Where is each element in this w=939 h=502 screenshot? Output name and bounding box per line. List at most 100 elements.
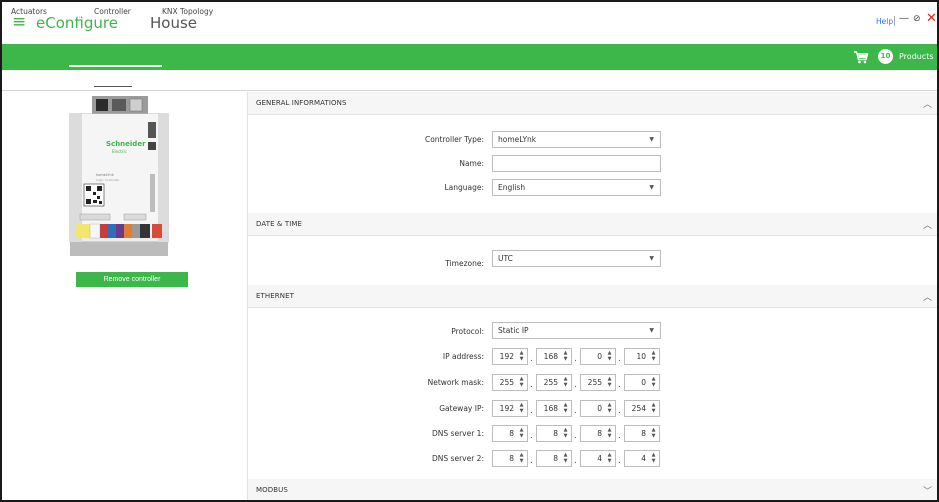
svg-text:homeLYnk: homeLYnk bbox=[96, 173, 115, 177]
tab-controller[interactable]: Controller bbox=[94, 7, 131, 16]
ip-address-label: IP address: bbox=[442, 352, 484, 361]
close-icon[interactable]: ✕ bbox=[926, 11, 937, 26]
ip-dot: . bbox=[618, 380, 621, 390]
spinner-icon[interactable]: ▲ ▼ bbox=[650, 376, 657, 390]
spinner-icon[interactable]: ▲ ▼ bbox=[562, 376, 569, 390]
dns2-octet-3-value: 4 bbox=[597, 454, 602, 463]
products-count-badge[interactable]: 10 bbox=[878, 49, 893, 64]
name-input[interactable] bbox=[492, 155, 661, 172]
remove-controller-button[interactable]: Remove controller bbox=[76, 272, 188, 287]
protocol-select[interactable]: Static IP ▼ bbox=[492, 322, 661, 339]
dns1-label: DNS server 1: bbox=[432, 429, 484, 438]
spinner-icon[interactable]: ▲ ▼ bbox=[518, 427, 525, 441]
chevron-down-icon[interactable]: ﹀ bbox=[923, 484, 932, 497]
language-label: Language: bbox=[444, 183, 484, 192]
dns2-octet-3[interactable]: 4 ▲ ▼ bbox=[580, 450, 616, 467]
ip-octet-2-value: 168 bbox=[543, 352, 558, 361]
gateway-label: Gateway IP: bbox=[439, 404, 484, 413]
spinner-icon[interactable]: ▲ ▼ bbox=[562, 452, 569, 466]
spinner-icon[interactable]: ▲ ▼ bbox=[518, 376, 525, 390]
tab-active-indicator bbox=[94, 86, 132, 87]
title-separator bbox=[894, 16, 895, 26]
spinner-icon[interactable]: ▲ ▼ bbox=[562, 427, 569, 441]
ip-octet-3[interactable]: 0 ▲ ▼ bbox=[580, 348, 616, 365]
language-select[interactable]: English ▼ bbox=[492, 179, 661, 196]
gateway-octet-2-value: 168 bbox=[543, 404, 558, 413]
ip-octet-1-value: 192 bbox=[499, 352, 514, 361]
dns1-octet-3-value: 8 bbox=[597, 429, 602, 438]
chevron-down-icon: ▼ bbox=[649, 136, 654, 143]
pin-icon[interactable]: ⊘ bbox=[913, 14, 921, 24]
dns2-octet-2-value: 8 bbox=[553, 454, 558, 463]
dns1-octet-2[interactable]: 8 ▲ ▼ bbox=[536, 425, 572, 442]
spinner-icon[interactable]: ▲ ▼ bbox=[650, 350, 657, 364]
spinner-icon[interactable]: ▲ ▼ bbox=[562, 402, 569, 416]
section-datetime-header[interactable]: DATE & TIME ︿ bbox=[248, 213, 937, 236]
section-ethernet-title: ETHERNET bbox=[256, 292, 294, 300]
mask-octet-2[interactable]: 255 ▲ ▼ bbox=[536, 374, 572, 391]
chevron-down-icon: ▼ bbox=[649, 255, 654, 262]
dns1-octet-3[interactable]: 8 ▲ ▼ bbox=[580, 425, 616, 442]
spinner-icon[interactable]: ▲ ▼ bbox=[650, 402, 657, 416]
section-datetime-title: DATE & TIME bbox=[256, 220, 303, 228]
ip-octet-2[interactable]: 168 ▲ ▼ bbox=[536, 348, 572, 365]
gateway-octet-2[interactable]: 168 ▲ ▼ bbox=[536, 400, 572, 417]
dns2-octet-4-value: 4 bbox=[641, 454, 646, 463]
chevron-up-icon[interactable]: ︿ bbox=[923, 97, 932, 110]
gateway-octet-3-value: 0 bbox=[597, 404, 602, 413]
spinner-icon[interactable]: ▲ ▼ bbox=[518, 402, 525, 416]
timezone-value: UTC bbox=[498, 254, 513, 263]
spinner-icon[interactable]: ▲ ▼ bbox=[650, 427, 657, 441]
svg-text:Electric: Electric bbox=[112, 149, 127, 154]
protocol-label: Protocol: bbox=[451, 327, 484, 336]
dns2-octet-4[interactable]: 4 ▲ ▼ bbox=[624, 450, 660, 467]
spinner-icon[interactable]: ▲ ▼ bbox=[606, 402, 613, 416]
language-value: English bbox=[498, 183, 526, 192]
ip-dot: . bbox=[618, 354, 621, 364]
mask-octet-4[interactable]: 0 ▲ ▼ bbox=[624, 374, 660, 391]
spinner-icon[interactable]: ▲ ▼ bbox=[606, 350, 613, 364]
controller-device-image: Schneider Electric homeLYnk Logic Contro… bbox=[69, 96, 169, 256]
ip-dot: . bbox=[530, 380, 533, 390]
dns2-octet-1[interactable]: 8 ▲ ▼ bbox=[492, 450, 528, 467]
spinner-icon[interactable]: ▲ ▼ bbox=[518, 452, 525, 466]
mask-octet-3[interactable]: 255 ▲ ▼ bbox=[580, 374, 616, 391]
dns1-octet-4-value: 8 bbox=[641, 429, 646, 438]
tab-actuators[interactable]: Actuators bbox=[11, 7, 47, 16]
help-link[interactable]: Help bbox=[876, 17, 893, 26]
section-ethernet-header[interactable]: ETHERNET ︿ bbox=[248, 285, 937, 308]
gateway-octet-3[interactable]: 0 ▲ ▼ bbox=[580, 400, 616, 417]
section-modbus-title: MODBUS bbox=[256, 486, 288, 494]
svg-text:Schneider: Schneider bbox=[106, 140, 146, 148]
chevron-up-icon[interactable]: ︿ bbox=[923, 218, 932, 231]
chevron-up-icon[interactable]: ︿ bbox=[923, 290, 932, 303]
gateway-octet-4[interactable]: 254 ▲ ▼ bbox=[624, 400, 660, 417]
tab-knx-topology[interactable]: KNX Topology bbox=[162, 7, 213, 16]
dns2-octet-2[interactable]: 8 ▲ ▼ bbox=[536, 450, 572, 467]
products-link[interactable]: Products bbox=[899, 52, 934, 61]
dns1-octet-1[interactable]: 8 ▲ ▼ bbox=[492, 425, 528, 442]
timezone-label: Timezone: bbox=[445, 259, 484, 268]
minimize-icon[interactable]: — bbox=[899, 13, 909, 24]
spinner-icon[interactable]: ▲ ▼ bbox=[606, 452, 613, 466]
ip-octet-4[interactable]: 10 ▲ ▼ bbox=[624, 348, 660, 365]
dns1-octet-1-value: 8 bbox=[509, 429, 514, 438]
spinner-icon[interactable]: ▲ ▼ bbox=[606, 427, 613, 441]
controller-type-select[interactable]: homeLYnk ▼ bbox=[492, 131, 661, 148]
cart-icon[interactable] bbox=[853, 50, 869, 64]
dns1-octet-2-value: 8 bbox=[553, 429, 558, 438]
ip-dot: . bbox=[574, 406, 577, 416]
spinner-icon[interactable]: ▲ ▼ bbox=[562, 350, 569, 364]
ip-dot: . bbox=[530, 456, 533, 466]
spinner-icon[interactable]: ▲ ▼ bbox=[606, 376, 613, 390]
mask-octet-1[interactable]: 255 ▲ ▼ bbox=[492, 374, 528, 391]
ip-dot: . bbox=[530, 354, 533, 364]
spinner-icon[interactable]: ▲ ▼ bbox=[650, 452, 657, 466]
section-general-header[interactable]: GENERAL INFORMATIONS ︿ bbox=[248, 92, 937, 115]
dns1-octet-4[interactable]: 8 ▲ ▼ bbox=[624, 425, 660, 442]
spinner-icon[interactable]: ▲ ▼ bbox=[518, 350, 525, 364]
section-modbus-header[interactable]: MODBUS ﹀ bbox=[248, 479, 937, 500]
gateway-octet-1[interactable]: 192 ▲ ▼ bbox=[492, 400, 528, 417]
ip-octet-1[interactable]: 192 ▲ ▼ bbox=[492, 348, 528, 365]
timezone-select[interactable]: UTC ▼ bbox=[492, 250, 661, 267]
